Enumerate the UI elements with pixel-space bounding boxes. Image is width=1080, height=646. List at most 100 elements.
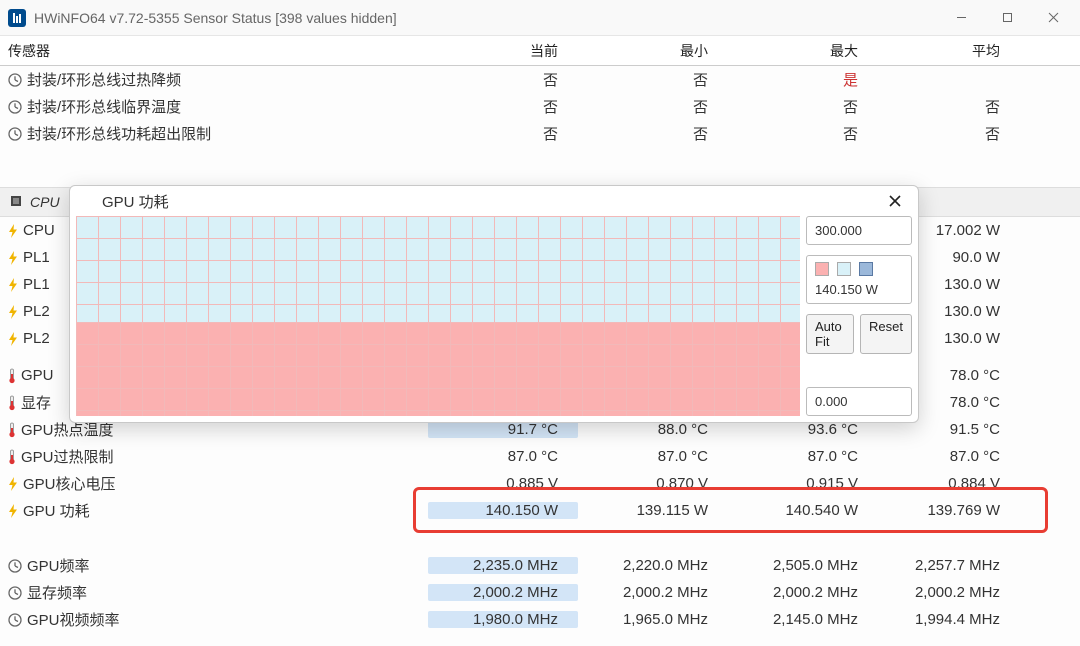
popup-close-button[interactable] (878, 186, 912, 216)
cell-current: 否 (428, 69, 578, 90)
bolt-icon (8, 251, 18, 265)
sensor-name: 显存 (21, 392, 51, 413)
legend-swatches: 140.150 W (806, 255, 912, 304)
close-button[interactable] (1030, 0, 1076, 36)
cell-avg: 87.0 °C (878, 448, 1028, 465)
app-icon (78, 193, 94, 209)
maximize-button[interactable] (984, 0, 1030, 36)
cell-max: 93.6 °C (728, 421, 878, 438)
cell-current: 87.0 °C (428, 448, 578, 465)
cell-current: 否 (428, 123, 578, 144)
cell-min: 否 (578, 69, 728, 90)
group-cpu-label: CPU (30, 194, 60, 210)
legend-ymax: 300.000 (806, 216, 912, 245)
cell-max: 87.0 °C (728, 448, 878, 465)
clock-icon (8, 73, 22, 87)
header-sensor[interactable]: 传感器 (0, 41, 428, 61)
cell-current: 否 (428, 96, 578, 117)
thermometer-icon (8, 395, 16, 411)
table-row[interactable]: 显存频率2,000.2 MHz2,000.2 MHz2,000.2 MHz2,0… (0, 579, 1080, 606)
sensor-name: GPU过热限制 (21, 446, 114, 467)
cell-current: 2,235.0 MHz (428, 557, 578, 574)
header-current[interactable]: 当前 (428, 41, 578, 61)
table-row[interactable]: GPU过热限制87.0 °C87.0 °C87.0 °C87.0 °C (0, 443, 1080, 470)
chart-legend: 300.000 140.150 W Auto Fit Reset 0.000 (806, 216, 912, 416)
popup-title: GPU 功耗 (102, 191, 169, 212)
swatch-selected[interactable] (859, 262, 873, 276)
sensor-name: 封装/环形总线临界温度 (27, 96, 181, 117)
legend-ymin: 0.000 (806, 387, 912, 416)
swatch-current[interactable] (815, 262, 829, 276)
cell-max: 2,505.0 MHz (728, 557, 878, 574)
cell-min: 87.0 °C (578, 448, 728, 465)
cell-max: 是 (728, 69, 878, 90)
cell-max: 2,000.2 MHz (728, 584, 878, 601)
sensor-name: GPU频率 (27, 555, 90, 576)
sensor-name: GPU视频频率 (27, 609, 120, 630)
header-min[interactable]: 最小 (578, 41, 728, 61)
swatch-min[interactable] (837, 262, 851, 276)
table-row[interactable]: 封装/环形总线临界温度否否否否 (0, 93, 1080, 120)
window-title: HWiNFO64 v7.72-5355 Sensor Status [398 v… (34, 10, 397, 26)
sensor-name: GPU核心电压 (23, 473, 116, 494)
cell-current: 91.7 °C (428, 421, 578, 438)
titlebar: HWiNFO64 v7.72-5355 Sensor Status [398 v… (0, 0, 1080, 36)
cell-min: 否 (578, 123, 728, 144)
reset-button[interactable]: Reset (860, 314, 912, 354)
thermometer-icon (8, 422, 16, 438)
cpu-chip-icon (8, 193, 24, 212)
sensor-name: CPU (23, 222, 55, 239)
cell-avg: 2,257.7 MHz (878, 557, 1028, 574)
cell-avg: 2,000.2 MHz (878, 584, 1028, 601)
app-icon (8, 9, 26, 27)
sensor-name: 封装/环形总线过热降频 (27, 69, 181, 90)
popup-titlebar[interactable]: GPU 功耗 (70, 186, 918, 216)
clock-icon (8, 559, 22, 573)
sensor-name: PL1 (23, 276, 50, 293)
chart-series-fill (76, 322, 800, 416)
table-row[interactable]: GPU频率 2,235.0 MHz2,220.0 MHz2,505.0 MHz2,… (0, 552, 1080, 579)
cell-min: 2,000.2 MHz (578, 584, 728, 601)
table-row[interactable]: 封装/环形总线过热降频否否是 (0, 66, 1080, 93)
sensor-name: PL2 (23, 330, 50, 347)
bolt-icon (8, 305, 18, 319)
table-row[interactable]: 封装/环形总线功耗超出限制否否否否 (0, 120, 1080, 147)
clock-icon (8, 100, 22, 114)
cell-max: 否 (728, 123, 878, 144)
cell-max: 2,145.0 MHz (728, 611, 878, 628)
bolt-icon (8, 477, 18, 491)
bolt-icon (8, 278, 18, 292)
sensor-name: 显存频率 (27, 582, 87, 603)
cell-min: 1,965.0 MHz (578, 611, 728, 628)
header-avg[interactable]: 平均 (878, 41, 1028, 61)
cell-current: 1,980.0 MHz (428, 611, 578, 628)
sensor-name: GPU 功耗 (23, 500, 90, 521)
highlight-gpu-power (413, 487, 1048, 533)
cell-min: 88.0 °C (578, 421, 728, 438)
cell-min: 否 (578, 96, 728, 117)
gpu-power-chart[interactable] (76, 216, 800, 416)
cell-avg: 否 (878, 123, 1028, 144)
clock-icon (8, 127, 22, 141)
table-row[interactable]: GPU视频频率 1,980.0 MHz1,965.0 MHz2,145.0 MHz… (0, 606, 1080, 633)
gpu-power-popup[interactable]: GPU 功耗 300.000 140.150 W Auto Fit Reset (69, 185, 919, 423)
sensor-name: GPU (21, 367, 54, 384)
cell-max: 否 (728, 96, 878, 117)
autofit-button[interactable]: Auto Fit (806, 314, 854, 354)
minimize-button[interactable] (938, 0, 984, 36)
cell-current: 2,000.2 MHz (428, 584, 578, 601)
cell-avg: 1,994.4 MHz (878, 611, 1028, 628)
cell-min: 2,220.0 MHz (578, 557, 728, 574)
bolt-icon (8, 332, 18, 346)
thermometer-icon (8, 368, 16, 384)
bolt-icon (8, 504, 18, 518)
sensor-name: PL1 (23, 249, 50, 266)
clock-icon (8, 586, 22, 600)
header-max[interactable]: 最大 (728, 41, 878, 61)
column-headers: 传感器 当前 最小 最大 平均 (0, 36, 1080, 66)
sensor-name: 封装/环形总线功耗超出限制 (27, 123, 211, 144)
clock-icon (8, 613, 22, 627)
cell-avg: 91.5 °C (878, 421, 1028, 438)
bolt-icon (8, 224, 18, 238)
sensor-name: PL2 (23, 303, 50, 320)
